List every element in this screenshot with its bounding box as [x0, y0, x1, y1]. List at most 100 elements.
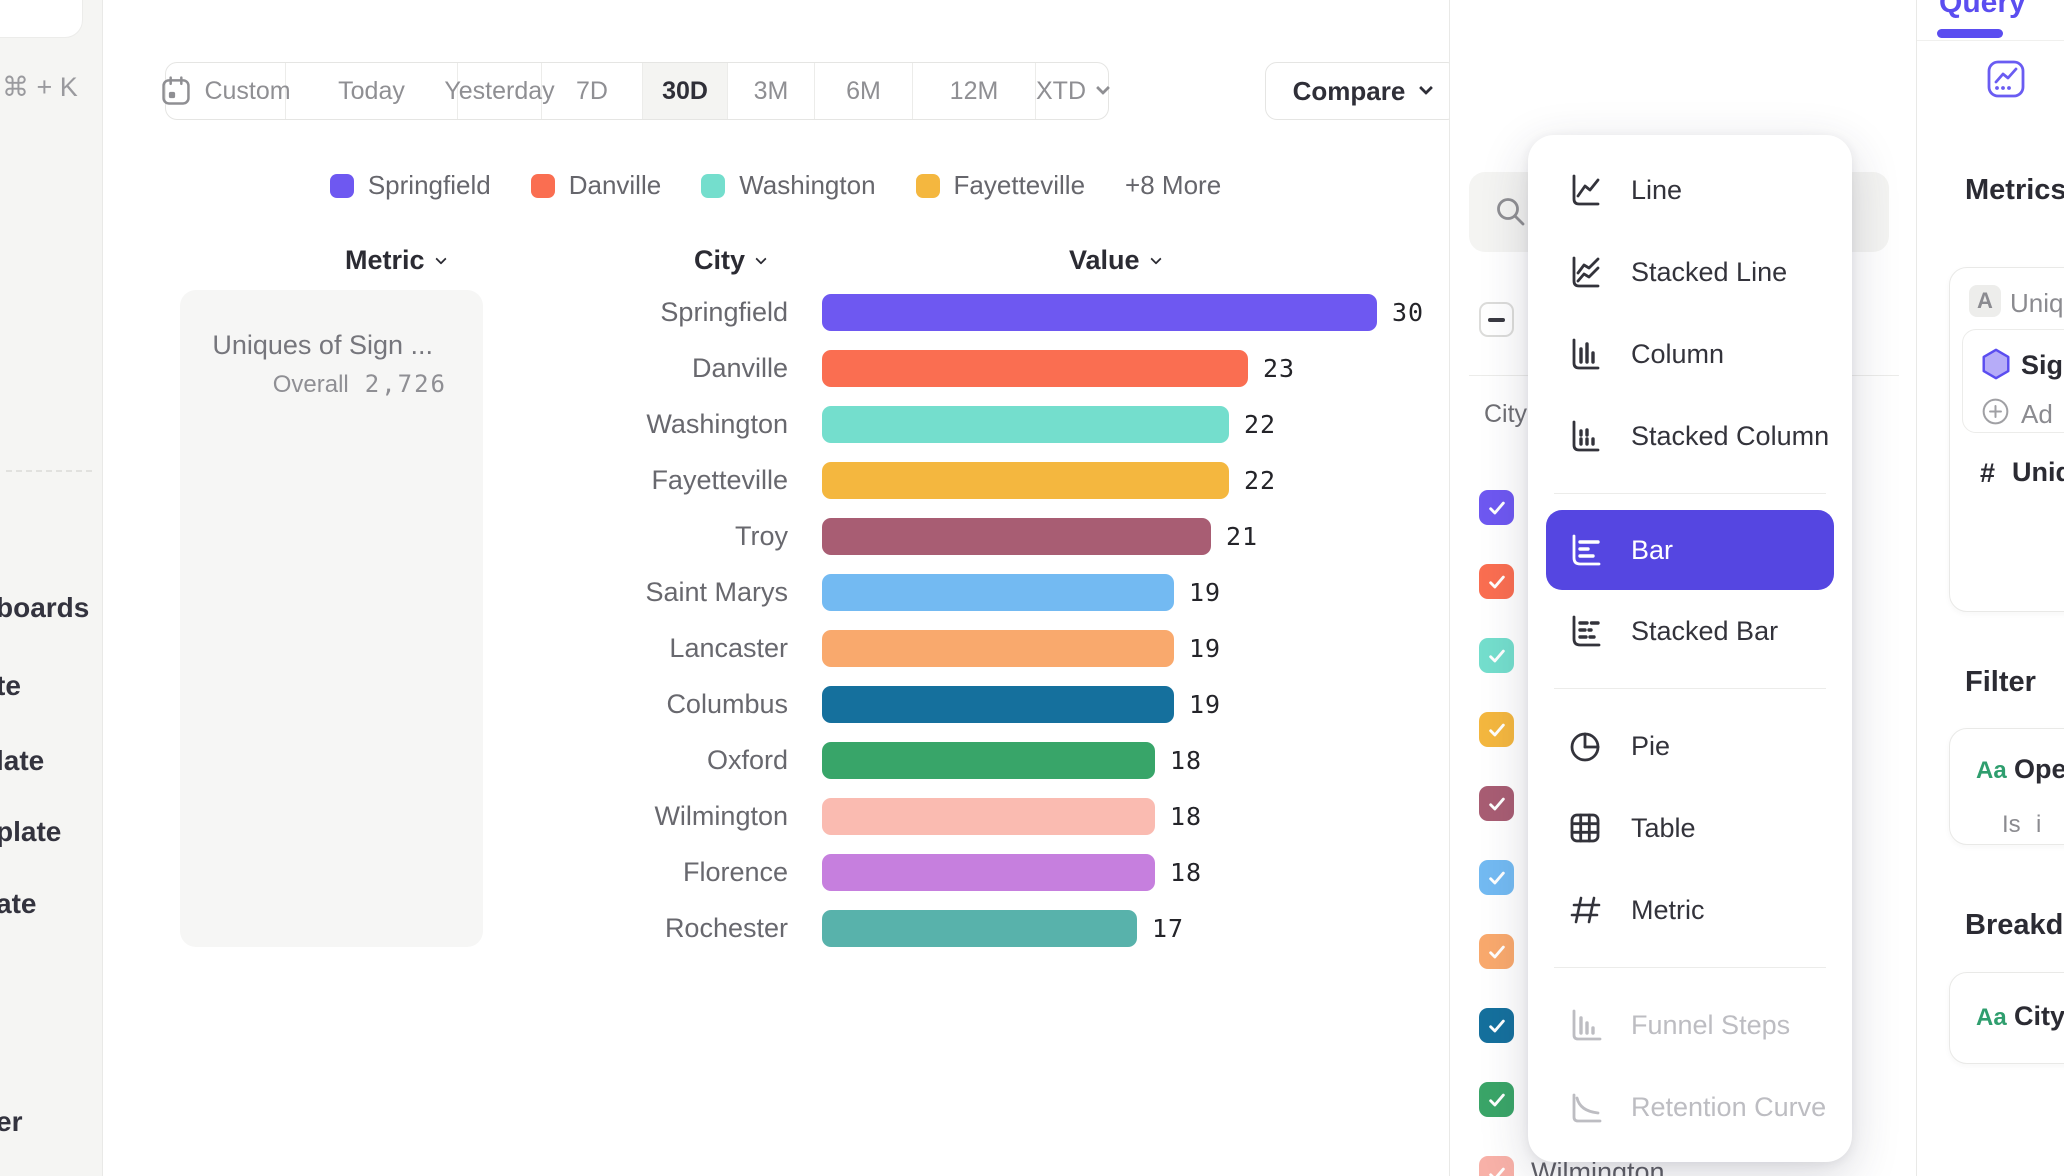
- column-header-value[interactable]: Value: [1069, 245, 1160, 276]
- city-filter-checkbox[interactable]: [1479, 934, 1514, 969]
- chart-bar[interactable]: [822, 462, 1229, 499]
- chart-row-label: Danville: [120, 353, 788, 384]
- chart-type-menu-item[interactable]: Pie: [1528, 705, 1852, 787]
- date-range-option[interactable]: 7D: [542, 63, 643, 119]
- legend-swatch: [916, 174, 940, 198]
- chart-bar[interactable]: [822, 798, 1155, 835]
- chart-row-label: Rochester: [120, 913, 788, 944]
- sidebar-item[interactable]: er: [0, 1106, 22, 1138]
- chart-type-menu-item[interactable]: Table: [1528, 787, 1852, 869]
- chart-row: Washington 22: [120, 396, 1424, 452]
- add-filter-label[interactable]: Ad: [2021, 399, 2053, 430]
- chart-type-menu: Line Stacked Line Column Stacked Column …: [1528, 135, 1852, 1162]
- chart-row: Lancaster 19: [120, 620, 1424, 676]
- city-filter-checkbox[interactable]: [1479, 786, 1514, 821]
- breakdown-field: City: [2014, 1001, 2064, 1032]
- chart-bar[interactable]: [822, 294, 1377, 331]
- chart-type-menu-item[interactable]: Funnel Steps: [1528, 984, 1852, 1066]
- chart-type-menu-item[interactable]: Bar: [1546, 510, 1834, 590]
- chart-row: Florence 18: [120, 844, 1424, 900]
- chart-type-menu-item[interactable]: Metric: [1528, 869, 1852, 951]
- sidebar-search-box[interactable]: [0, 0, 83, 38]
- chart-bar[interactable]: [822, 686, 1174, 723]
- chart-bar[interactable]: [822, 574, 1174, 611]
- chart-row-label: Columbus: [120, 689, 788, 720]
- chart-bar[interactable]: [822, 406, 1229, 443]
- column-header-city[interactable]: City: [694, 245, 765, 276]
- compare-button[interactable]: Compare: [1265, 62, 1459, 120]
- column-header-metric[interactable]: Metric: [345, 245, 445, 276]
- sidebar-item[interactable]: late: [0, 745, 44, 777]
- city-filter-checkbox[interactable]: [1479, 1082, 1514, 1117]
- date-range-option[interactable]: 3M: [728, 63, 815, 119]
- date-range-option[interactable]: Custom: [166, 63, 286, 119]
- date-range-option[interactable]: Yesterday: [458, 63, 542, 119]
- legend-item[interactable]: Danville: [531, 170, 662, 201]
- retention-curve-icon: [1565, 1087, 1605, 1127]
- city-filter-checkbox[interactable]: [1479, 1156, 1514, 1176]
- date-range-option[interactable]: 6M: [815, 63, 913, 119]
- sidebar-item[interactable]: boards: [0, 592, 89, 624]
- legend-item[interactable]: Fayetteville: [916, 170, 1086, 201]
- legend-item[interactable]: Washington: [701, 170, 875, 201]
- chart-type-menu-item[interactable]: Stacked Column: [1528, 395, 1852, 477]
- date-range-control: Custom Today Yesterday 7D 30D 3M 6M: [165, 62, 1109, 120]
- breakdown-card[interactable]: Aa City: [1949, 972, 2064, 1064]
- chart-bar[interactable]: [822, 854, 1155, 891]
- chart-bar[interactable]: [822, 630, 1174, 667]
- legend-item[interactable]: Springfield: [330, 170, 491, 201]
- legend-more-label[interactable]: +8 More: [1125, 170, 1221, 201]
- chart-bar-value: 18: [1170, 858, 1202, 887]
- chart-bar[interactable]: [822, 910, 1137, 947]
- city-filter-checkbox[interactable]: [1479, 860, 1514, 895]
- city-filter-checkbox[interactable]: [1479, 1008, 1514, 1043]
- metric-icon: [1565, 890, 1605, 930]
- date-range-option[interactable]: 12M: [913, 63, 1036, 119]
- chart-type-menu-item[interactable]: Retention Curve: [1528, 1066, 1852, 1148]
- event-card[interactable]: Sig Ad: [1962, 329, 2064, 433]
- city-filter-checkbox[interactable]: [1479, 490, 1514, 525]
- metric-name[interactable]: Uniq: [2010, 288, 2063, 319]
- string-type-badge: Aa: [1976, 1004, 2007, 1032]
- filter-operator[interactable]: Is: [2002, 811, 2021, 839]
- date-range-option[interactable]: 30D: [643, 63, 728, 119]
- sidebar-item[interactable]: te: [0, 670, 21, 702]
- chart-type-menu-item[interactable]: Line: [1528, 149, 1852, 231]
- chart-row: Columbus 19: [120, 676, 1424, 732]
- plus-circle-icon[interactable]: [1980, 396, 2011, 427]
- chart-bar[interactable]: [822, 350, 1248, 387]
- chart-row: Troy 21: [120, 508, 1424, 564]
- filter-value[interactable]: i: [2036, 811, 2041, 839]
- select-all-checkbox[interactable]: [1479, 302, 1514, 337]
- pie-chart-icon: [1565, 726, 1605, 766]
- city-filter-checkbox[interactable]: [1479, 712, 1514, 747]
- filter-card[interactable]: Aa Ope Is i: [1949, 728, 2064, 845]
- tab-query[interactable]: Query: [1939, 0, 2026, 20]
- legend-swatch: [531, 174, 555, 198]
- city-filter-checkbox[interactable]: [1479, 564, 1514, 599]
- chart-type-menu-item[interactable]: Stacked Bar: [1528, 590, 1852, 672]
- metrics-heading: Metrics: [1965, 174, 2064, 207]
- chevron-down-icon: [1419, 81, 1433, 95]
- chart-type-menu-item[interactable]: Column: [1528, 313, 1852, 395]
- date-range-option[interactable]: XTD: [1036, 63, 1108, 119]
- sidebar-item[interactable]: plate: [0, 816, 61, 848]
- chart-row-label: Florence: [120, 857, 788, 888]
- chart-row: Oxford 18: [120, 732, 1424, 788]
- line-chart-icon: [1565, 170, 1605, 210]
- chart-bar[interactable]: [822, 518, 1211, 555]
- city-filter-checkbox[interactable]: [1479, 638, 1514, 673]
- date-range-option[interactable]: Today: [286, 63, 458, 119]
- chart-type-menu-item[interactable]: Stacked Line: [1528, 231, 1852, 313]
- sidebar-item[interactable]: ate: [0, 888, 36, 920]
- calendar-icon: [160, 75, 192, 107]
- insights-report-icon[interactable]: [1986, 59, 2026, 99]
- unique-users-label[interactable]: Uniqu: [2012, 457, 2064, 488]
- chart-bar[interactable]: [822, 742, 1155, 779]
- chart-row-label: Washington: [120, 409, 788, 440]
- chart-bar-value: 18: [1170, 746, 1202, 775]
- stacked-bar-chart-icon: [1565, 611, 1605, 651]
- filter-field: Ope: [2014, 754, 2064, 785]
- chart-row-label: Lancaster: [120, 633, 788, 664]
- chart-bar-value: 21: [1226, 522, 1258, 551]
